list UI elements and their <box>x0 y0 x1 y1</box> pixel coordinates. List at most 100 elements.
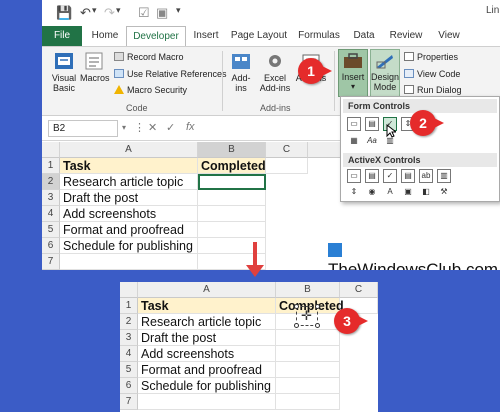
task-cell[interactable]: Format and proofread <box>60 222 198 238</box>
row-header[interactable]: 4 <box>42 206 60 222</box>
task-cell[interactable]: Schedule for publishing <box>138 378 276 394</box>
activex-list-icon[interactable]: ▤ <box>401 169 415 183</box>
column-header[interactable]: A <box>60 142 198 158</box>
row-header[interactable]: 1 <box>42 158 60 174</box>
tab-insert[interactable]: Insert <box>188 26 224 46</box>
header-cell-completed[interactable]: Completed <box>198 158 266 174</box>
tab-data[interactable]: Data <box>348 26 380 46</box>
row-header[interactable]: 4 <box>120 346 138 362</box>
resize-handle[interactable] <box>315 323 320 328</box>
row-header[interactable]: 2 <box>42 174 60 190</box>
cell[interactable] <box>198 206 266 222</box>
insert-controls-button[interactable]: Insert ▾ <box>338 49 368 97</box>
namebox-dropdown-icon[interactable]: ▾ <box>122 123 126 132</box>
row-header[interactable]: 3 <box>42 190 60 206</box>
run-dialog-button[interactable]: Run Dialog <box>404 85 462 95</box>
selected-cell-b2[interactable] <box>198 174 266 190</box>
cell[interactable] <box>198 222 266 238</box>
column-header[interactable]: C <box>266 142 308 158</box>
record-macro-button[interactable]: Record Macro <box>114 52 184 62</box>
cell[interactable] <box>266 158 308 174</box>
cell[interactable] <box>198 190 266 206</box>
cancel-icon[interactable]: ✕ <box>148 121 157 134</box>
combo-box-control-icon[interactable]: ▤ <box>365 117 379 131</box>
row-header[interactable]: 3 <box>120 330 138 346</box>
name-box[interactable]: B2 <box>48 120 118 137</box>
activex-image-icon[interactable]: ▣ <box>401 186 415 200</box>
column-header[interactable]: B <box>198 142 266 158</box>
cell[interactable] <box>60 254 198 270</box>
tab-formulas[interactable]: Formulas <box>294 26 344 46</box>
row-header[interactable]: 7 <box>120 394 138 410</box>
activex-label-icon[interactable]: A <box>383 186 397 200</box>
image-icon[interactable]: ▣ <box>156 5 168 21</box>
group-box-control-icon[interactable]: ▦ <box>347 135 361 149</box>
row-header[interactable]: 6 <box>120 378 138 394</box>
row-header[interactable]: 6 <box>42 238 60 254</box>
activex-toggle-icon[interactable]: ◧ <box>419 186 433 200</box>
button-control-icon[interactable]: ▭ <box>347 117 361 131</box>
design-mode-button[interactable]: Design Mode <box>370 49 400 97</box>
cell[interactable] <box>138 394 276 410</box>
task-cell[interactable]: Draft the post <box>138 330 276 346</box>
select-all-corner[interactable] <box>120 282 138 298</box>
save-icon[interactable]: 💾 <box>56 5 72 21</box>
relative-references-button[interactable]: Use Relative References <box>114 69 227 79</box>
insert-function-icon[interactable]: fx <box>186 121 195 133</box>
drawn-checkbox-control[interactable]: ✛ <box>294 304 320 328</box>
column-header[interactable]: B <box>276 282 340 298</box>
row-header[interactable]: 2 <box>120 314 138 330</box>
tab-page-layout[interactable]: Page Layout <box>228 26 290 46</box>
redo-icon[interactable]: ↷ <box>104 5 115 21</box>
activex-textbox-icon[interactable]: ab <box>419 169 433 183</box>
header-cell-task[interactable]: Task <box>138 298 276 314</box>
task-cell[interactable]: Research article topic <box>138 314 276 330</box>
tab-view[interactable]: View <box>434 26 464 46</box>
row-header[interactable]: 5 <box>120 362 138 378</box>
activex-button-icon[interactable]: ▭ <box>347 169 361 183</box>
cell[interactable] <box>276 394 340 410</box>
column-header[interactable]: C <box>340 282 378 298</box>
cell[interactable] <box>276 362 340 378</box>
customize-qat-icon[interactable]: ▾ <box>176 5 181 16</box>
excel-addins-button[interactable]: Excel Add-ins <box>258 51 292 93</box>
activex-combo-icon[interactable]: ▤ <box>365 169 379 183</box>
header-cell-task[interactable]: Task <box>60 158 198 174</box>
task-cell[interactable]: Format and proofread <box>138 362 276 378</box>
task-cell[interactable]: Add screenshots <box>60 206 198 222</box>
resize-handle[interactable] <box>294 304 299 309</box>
column-header[interactable]: A <box>138 282 276 298</box>
row-header[interactable]: 5 <box>42 222 60 238</box>
properties-button[interactable]: Properties <box>404 52 458 62</box>
activex-more-icon[interactable]: ⚒ <box>437 186 451 200</box>
label-control-icon[interactable]: Aa <box>365 135 379 149</box>
task-cell[interactable]: Schedule for publishing <box>60 238 198 254</box>
activex-checkbox-icon[interactable]: ✓ <box>383 169 397 183</box>
cell[interactable] <box>276 378 340 394</box>
task-cell[interactable]: Research article topic <box>60 174 198 190</box>
tab-home[interactable]: Home <box>86 26 124 46</box>
cell[interactable] <box>276 346 340 362</box>
view-code-button[interactable]: View Code <box>404 69 460 79</box>
row-header[interactable]: 7 <box>42 254 60 270</box>
visual-basic-button[interactable]: Visual Basic <box>50 51 78 93</box>
resize-handle[interactable] <box>315 304 320 309</box>
task-cell[interactable]: Add screenshots <box>138 346 276 362</box>
cell[interactable] <box>276 330 340 346</box>
activex-scroll-icon[interactable]: ▥ <box>437 169 451 183</box>
redo-dropdown-icon[interactable]: ▾ <box>116 5 121 16</box>
activex-spin-icon[interactable]: ⇕ <box>347 186 361 200</box>
tab-file[interactable]: File <box>42 26 82 46</box>
macros-button[interactable]: Macros <box>80 51 110 83</box>
tab-developer[interactable]: Developer <box>126 26 186 46</box>
tab-review[interactable]: Review <box>384 26 428 46</box>
check-icon[interactable]: ☑ <box>138 5 150 21</box>
undo-dropdown-icon[interactable]: ▾ <box>92 5 97 16</box>
addins-button[interactable]: Add-ins <box>228 51 254 93</box>
row-header[interactable]: 1 <box>120 298 138 314</box>
resize-handle[interactable] <box>294 323 299 328</box>
macro-security-button[interactable]: Macro Security <box>114 85 187 95</box>
task-cell[interactable]: Draft the post <box>60 190 198 206</box>
enter-icon[interactable]: ✓ <box>166 121 175 134</box>
select-all-corner[interactable] <box>42 142 60 158</box>
